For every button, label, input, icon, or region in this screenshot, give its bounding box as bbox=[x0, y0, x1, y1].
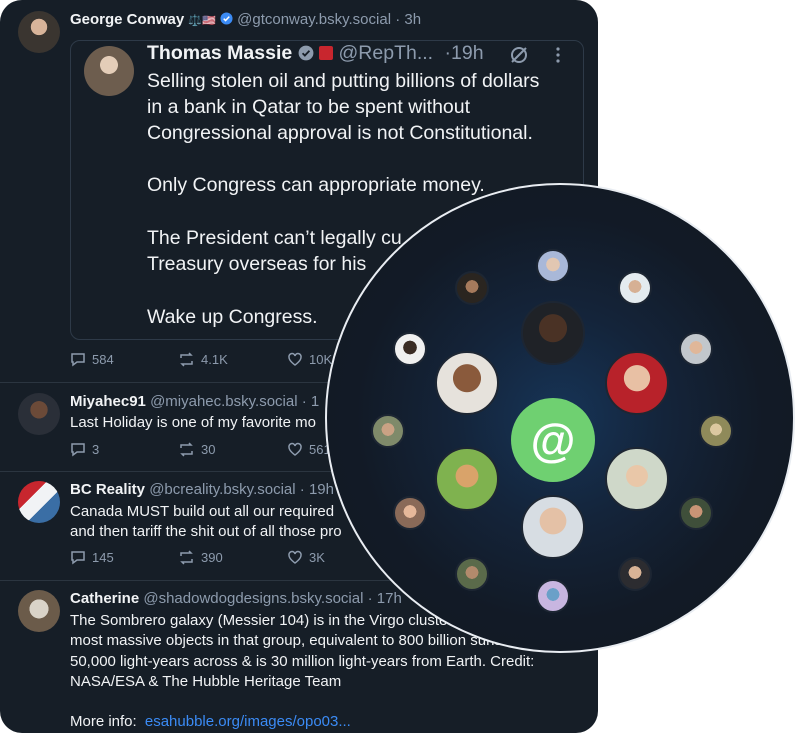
post-time[interactable]: 19h bbox=[309, 481, 334, 498]
post-text: More info: bbox=[70, 713, 137, 730]
post-text: and then tariff the shit out of all thos… bbox=[70, 523, 342, 540]
reply-button[interactable]: 3 bbox=[70, 442, 99, 457]
quote-author[interactable]: Thomas Massie bbox=[147, 42, 292, 64]
at-logo: @ bbox=[511, 398, 595, 482]
avatar-miyahec91[interactable] bbox=[18, 393, 60, 435]
cluster-avatar bbox=[605, 351, 669, 415]
cluster-avatar bbox=[393, 496, 427, 530]
cluster-avatar bbox=[679, 332, 713, 366]
cluster-avatar bbox=[618, 271, 652, 305]
cluster-avatar bbox=[455, 557, 489, 591]
post-link[interactable]: esahubble.org/images/opo03... bbox=[145, 713, 351, 730]
repost-button[interactable]: 30 bbox=[178, 442, 215, 457]
repost-icon bbox=[180, 442, 193, 457]
quote-line: Congressional approval is not Constituti… bbox=[147, 122, 533, 144]
cluster-avatar bbox=[371, 414, 405, 448]
quote-line: Treasury overseas for his bbox=[147, 253, 367, 275]
separator-dot: · bbox=[301, 393, 307, 410]
post-handle[interactable]: @miyahec.bsky.social bbox=[150, 393, 298, 410]
quote-line: Wake up Congress. bbox=[147, 306, 318, 328]
quote-time[interactable]: 19h bbox=[451, 42, 484, 64]
post-text: Canada MUST build out all our required bbox=[70, 503, 335, 520]
cluster-avatar bbox=[521, 495, 585, 559]
quote-handle[interactable]: @RepTh... bbox=[339, 42, 434, 64]
like-count: 3K bbox=[309, 550, 325, 565]
repost-count: 4.1K bbox=[201, 352, 228, 367]
cluster-avatar bbox=[699, 414, 733, 448]
cluster-avatar bbox=[679, 496, 713, 530]
quote-line: in a bank in Qatar to be spent without bbox=[147, 96, 471, 118]
avatar-catherine[interactable] bbox=[18, 590, 60, 632]
avatar-cluster-circle: @ bbox=[325, 183, 795, 653]
reply-icon bbox=[71, 551, 85, 565]
avatar-george-conway[interactable] bbox=[18, 11, 60, 53]
separator-dot: · bbox=[395, 11, 401, 28]
cluster-avatar bbox=[455, 271, 489, 305]
post-text: The Sombrero galaxy (Messier 104) is in … bbox=[70, 612, 448, 629]
post-author[interactable]: BC Reality bbox=[70, 481, 145, 498]
reply-icon bbox=[71, 353, 85, 367]
cluster-avatar bbox=[536, 579, 570, 613]
post-author[interactable]: Miyahec91 bbox=[70, 393, 146, 410]
like-button[interactable]: 3K bbox=[287, 550, 325, 565]
reply-button[interactable]: 584 bbox=[70, 352, 114, 367]
cluster-avatar bbox=[521, 301, 585, 365]
reply-count: 584 bbox=[92, 352, 114, 367]
more-icon[interactable] bbox=[555, 46, 561, 64]
cluster-avatar bbox=[605, 447, 669, 511]
quote-line: Only Congress can appropriate money. bbox=[147, 174, 485, 196]
post-text: NASA/ESA & The Hubble Heritage Team bbox=[70, 673, 342, 690]
cluster-avatar bbox=[435, 351, 499, 415]
reply-button[interactable]: 145 bbox=[70, 550, 114, 565]
like-button[interactable]: 10K bbox=[287, 352, 332, 367]
like-icon bbox=[288, 352, 302, 366]
post-time[interactable]: 3h bbox=[404, 11, 421, 28]
cluster-avatar bbox=[393, 332, 427, 366]
repost-button[interactable]: 4.1K bbox=[178, 352, 228, 367]
cluster-avatar bbox=[536, 249, 570, 283]
avatar-bc-reality[interactable] bbox=[18, 481, 60, 523]
repost-icon bbox=[180, 550, 193, 565]
sync-icon[interactable] bbox=[509, 45, 529, 65]
post-handle[interactable]: @shadowdogdesigns.bsky.social bbox=[143, 590, 363, 607]
reply-count: 145 bbox=[92, 550, 114, 565]
post-text: most massive objects in that group, equi… bbox=[70, 632, 530, 649]
separator-dot: · bbox=[299, 481, 305, 498]
post-text: 50,000 light-years across & is 30 millio… bbox=[70, 653, 535, 670]
cluster-avatar bbox=[435, 447, 499, 511]
post-author[interactable]: Catherine bbox=[70, 590, 139, 607]
cluster-avatar bbox=[618, 557, 652, 591]
verified-icon bbox=[298, 45, 314, 61]
post-time[interactable]: 1 bbox=[311, 393, 319, 410]
separator-dot: · bbox=[367, 590, 373, 607]
like-button[interactable]: 561 bbox=[287, 442, 331, 457]
like-icon bbox=[288, 442, 302, 456]
quote-line: The President can’t legally cu bbox=[147, 227, 402, 249]
post-text: Last Holiday is one of my favorite mo bbox=[70, 414, 316, 431]
post-author[interactable]: George Conway bbox=[70, 11, 184, 28]
repost-button[interactable]: 390 bbox=[178, 550, 223, 565]
verified-icon bbox=[220, 12, 233, 25]
reply-count: 3 bbox=[92, 442, 100, 457]
repost-count: 390 bbox=[201, 550, 223, 565]
at-icon: @ bbox=[530, 414, 576, 466]
like-count: 10K bbox=[309, 352, 333, 367]
post-time[interactable]: 17h bbox=[377, 590, 402, 607]
repost-count: 30 bbox=[201, 442, 216, 457]
avatar-thomas-massie[interactable] bbox=[84, 46, 134, 96]
reply-icon bbox=[71, 443, 85, 457]
repost-icon bbox=[180, 352, 193, 367]
post-handle[interactable]: @bcreality.bsky.social bbox=[149, 481, 295, 498]
like-icon bbox=[288, 550, 302, 564]
post-handle[interactable]: @gtconway.bsky.social bbox=[237, 11, 391, 28]
author-badges: ⚖️🇺🇸 bbox=[188, 15, 216, 27]
flag-icon bbox=[319, 46, 334, 60]
quote-line: Selling stolen oil and putting billions … bbox=[147, 70, 540, 92]
